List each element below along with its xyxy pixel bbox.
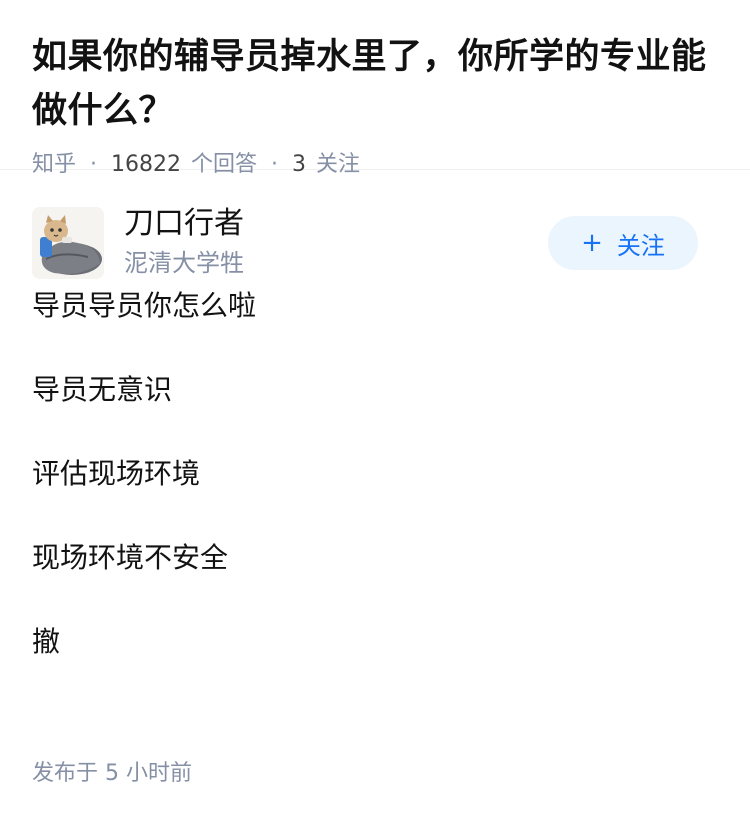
answer-paragraph: 导员无意识 (32, 373, 173, 406)
publish-info: 发布于 5 小时前 (32, 758, 192, 790)
answer-paragraph: 导员导员你怎么啦 (32, 289, 257, 322)
publish-prefix: 发布于 (32, 761, 99, 786)
follow-button[interactable]: + 关注 (548, 216, 698, 270)
question-title[interactable]: 如果你的辅导员掉水里了，你所学的专业能做什么？ (32, 30, 718, 138)
follow-button-label: 关注 (616, 231, 665, 260)
publish-time: 5 小时前 (105, 761, 193, 786)
answer-paragraph: 现场环境不安全 (32, 541, 229, 574)
plus-icon: + (581, 228, 603, 258)
answer-paragraph: 评估现场环境 (32, 457, 201, 490)
answer-paragraph: 撤 (32, 625, 61, 658)
question-header: 如果你的辅导员掉水里了，你所学的专业能做什么？ 知乎 · 16822 个回答 ·… (0, 0, 750, 177)
avatar[interactable] (32, 207, 104, 279)
author-name[interactable]: 刀口行者 (124, 204, 244, 244)
cat-in-blanket-avatar-icon (32, 207, 104, 279)
author-row: 刀口行者 泥清大学牲 + 关注 (0, 170, 750, 280)
author-badge: 泥清大学牲 (124, 249, 244, 277)
answer-content: 导员导员你怎么啦 导员无意识 评估现场环境 现场环境不安全 撤 (0, 286, 750, 706)
